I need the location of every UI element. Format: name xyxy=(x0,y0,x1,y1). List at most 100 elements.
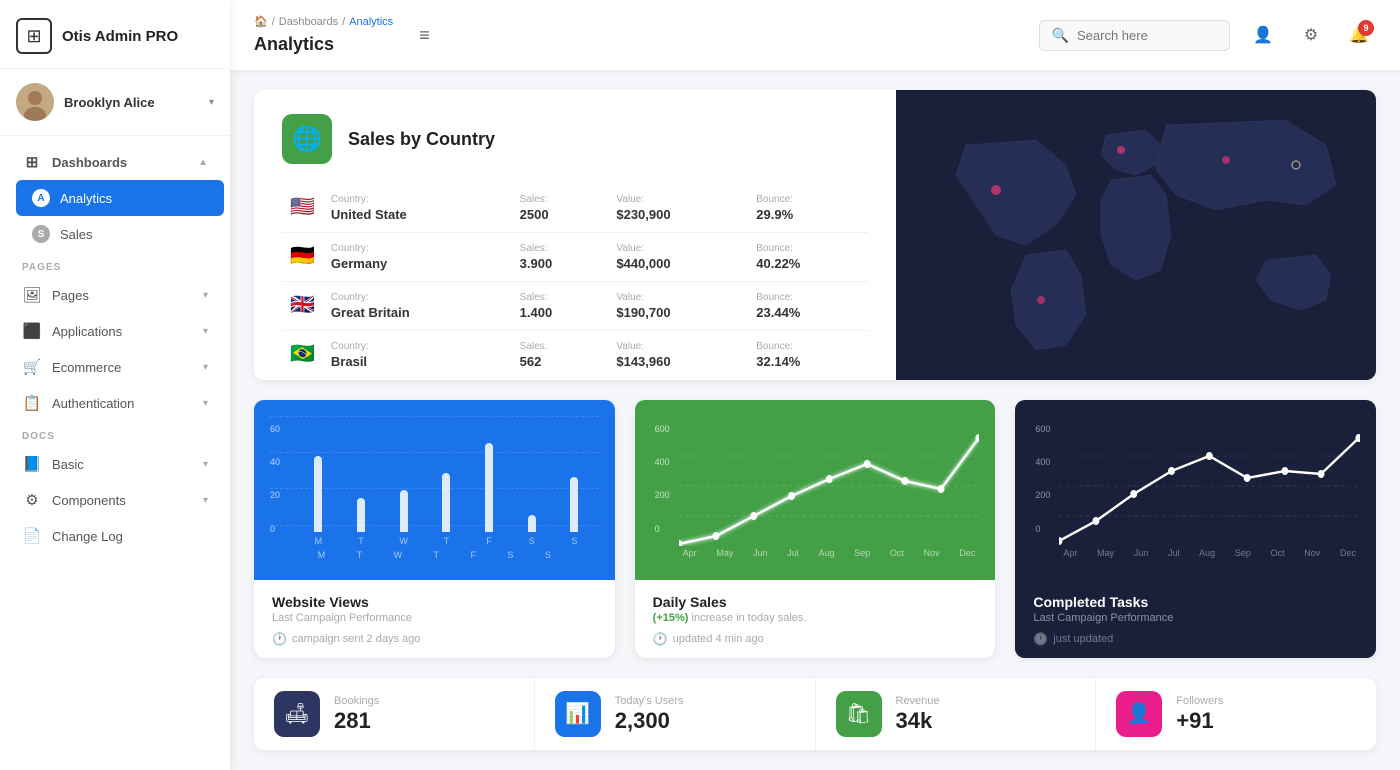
website-views-info: Website Views Last Campaign Performance … xyxy=(254,580,615,658)
menu-icon[interactable]: ≡ xyxy=(419,25,430,46)
sales-value: 1.400 xyxy=(520,305,601,320)
sidebar-item-label: Sales xyxy=(60,227,93,242)
country-label: Country: xyxy=(331,341,504,352)
value-value: $440,000 xyxy=(616,256,740,271)
stat-item-revenue: 🛍 Revenue 34k xyxy=(816,678,1097,750)
country-flag: 🇬🇧 xyxy=(290,294,315,316)
sidebar-item-applications[interactable]: ⬛ Applications ▾ xyxy=(6,313,224,349)
sidebar-item-ecommerce[interactable]: 🛒 Ecommerce ▾ xyxy=(6,349,224,385)
completed-tasks-card: 6004002000 xyxy=(1015,400,1376,658)
breadcrumb-analytics: Analytics xyxy=(349,16,393,28)
bar-group: T xyxy=(345,436,378,546)
sidebar-item-label: Analytics xyxy=(60,191,112,206)
sidebar: ⊞ Otis Admin PRO Brooklyn Alice ▾ ⊞ Dash… xyxy=(0,0,230,770)
sidebar-item-label: Ecommerce xyxy=(52,360,121,375)
country-label: Country: xyxy=(331,292,504,303)
country-flag: 🇩🇪 xyxy=(290,245,315,267)
daily-sales-chart: 6004002000 xyxy=(635,400,996,580)
bar-label: S xyxy=(529,536,535,546)
applications-icon: ⬛ xyxy=(22,322,42,340)
sales-label: Sales: xyxy=(520,194,601,205)
pages-icon: 🖼 xyxy=(22,286,42,304)
dashboards-chevron-icon: ▲ xyxy=(198,157,208,168)
bar xyxy=(570,477,578,532)
search-input[interactable] xyxy=(1077,28,1217,43)
daily-sales-card: 6004002000 xyxy=(635,400,996,658)
stat-item-bookings: 🛋 Bookings 281 xyxy=(254,678,535,750)
basic-chevron-icon: ▾ xyxy=(203,459,208,470)
sidebar-item-analytics[interactable]: A Analytics xyxy=(16,180,224,216)
stat-label-today_users: Today's Users xyxy=(615,695,684,707)
settings-button[interactable]: ⚙ xyxy=(1294,18,1328,52)
completed-tasks-info: Completed Tasks Last Campaign Performanc… xyxy=(1015,580,1376,658)
sidebar-item-label: Basic xyxy=(52,457,84,472)
user-profile[interactable]: Brooklyn Alice ▾ xyxy=(0,69,230,136)
completed-tasks-footer: just updated xyxy=(1053,633,1113,645)
sidebar-item-authentication[interactable]: 📋 Authentication ▾ xyxy=(6,385,224,421)
sidebar-item-basic[interactable]: 📘 Basic ▾ xyxy=(6,446,224,482)
ecommerce-icon: 🛒 xyxy=(22,358,42,376)
pages-chevron-icon: ▾ xyxy=(203,290,208,301)
website-views-card: 6040200 M T W T F S S MTWTFSS xyxy=(254,400,615,658)
components-icon: ⚙ xyxy=(22,491,42,509)
stat-value-revenue: 34k xyxy=(896,709,940,733)
bar xyxy=(357,498,365,532)
avatar xyxy=(16,83,54,121)
bounce-label: Bounce: xyxy=(756,194,860,205)
bar xyxy=(314,456,322,532)
bar-label: T xyxy=(358,536,364,546)
dashboards-icon: ⊞ xyxy=(22,153,42,171)
country-flag: 🇺🇸 xyxy=(290,196,315,218)
country-value: Germany xyxy=(331,256,504,271)
stat-item-followers: 👤 Followers +91 xyxy=(1096,678,1376,750)
authentication-chevron-icon: ▾ xyxy=(203,398,208,409)
content-area: 🌐 Sales by Country 🇺🇸 Country: United St… xyxy=(230,70,1400,770)
stat-icon-followers: 👤 xyxy=(1116,691,1162,737)
bar-group: S xyxy=(558,436,591,546)
stat-label-revenue: Revenue xyxy=(896,695,940,707)
bar-label: M xyxy=(315,536,323,546)
sales-value: 3.900 xyxy=(520,256,601,271)
website-views-subtitle: Last Campaign Performance xyxy=(272,612,597,624)
sidebar-item-components[interactable]: ⚙ Components ▾ xyxy=(6,482,224,518)
completed-tasks-title: Completed Tasks xyxy=(1033,594,1358,610)
sidebar-item-label: Pages xyxy=(52,288,89,303)
search-box[interactable]: 🔍 xyxy=(1039,20,1230,51)
country-flag: 🇧🇷 xyxy=(290,343,315,365)
stat-value-followers: +91 xyxy=(1176,709,1223,733)
notification-badge: 9 xyxy=(1358,20,1374,36)
logo-text: Otis Admin PRO xyxy=(62,28,178,45)
country-label: Country: xyxy=(331,194,504,205)
docs-section-label: DOCS xyxy=(0,421,230,446)
completed-tasks-subtitle: Last Campaign Performance xyxy=(1033,612,1358,624)
notifications-button[interactable]: 🔔 9 xyxy=(1342,18,1376,52)
stat-value-bookings: 281 xyxy=(334,709,379,733)
country-value: Brasil xyxy=(331,354,504,369)
breadcrumb: 🏠 / Dashboards / Analytics Analytics xyxy=(254,15,393,55)
bar-group: T xyxy=(430,436,463,546)
sidebar-item-label: Authentication xyxy=(52,396,134,411)
user-profile-button[interactable]: 👤 xyxy=(1246,18,1280,52)
sales-label: Sales: xyxy=(520,292,601,303)
stat-text-revenue: Revenue 34k xyxy=(896,695,940,733)
table-row: 🇺🇸 Country: United State Sales: 2500 Val… xyxy=(282,184,868,233)
value-label: Value: xyxy=(616,341,740,352)
analytics-badge: A xyxy=(32,189,50,207)
sidebar-item-label: Change Log xyxy=(52,529,123,544)
sidebar-item-changelog[interactable]: 📄 Change Log xyxy=(6,518,224,554)
sidebar-item-pages[interactable]: 🖼 Pages ▾ xyxy=(6,277,224,313)
sidebar-item-label: Components xyxy=(52,493,126,508)
user-chevron-icon: ▾ xyxy=(209,97,214,108)
bar-label: S xyxy=(571,536,577,546)
search-icon: 🔍 xyxy=(1052,27,1069,44)
bounce-label: Bounce: xyxy=(756,243,860,254)
bounce-value: 32.14% xyxy=(756,354,860,369)
bar xyxy=(485,443,493,532)
stat-label-bookings: Bookings xyxy=(334,695,379,707)
pages-section-label: PAGES xyxy=(0,252,230,277)
sales-badge: S xyxy=(32,225,50,243)
website-views-chart: 6040200 M T W T F S S MTWTFSS xyxy=(254,400,615,580)
sidebar-item-dashboards[interactable]: ⊞ Dashboards ▲ xyxy=(6,144,224,180)
sidebar-item-sales[interactable]: S Sales xyxy=(16,216,224,252)
sales-card-title: Sales by Country xyxy=(348,129,495,150)
